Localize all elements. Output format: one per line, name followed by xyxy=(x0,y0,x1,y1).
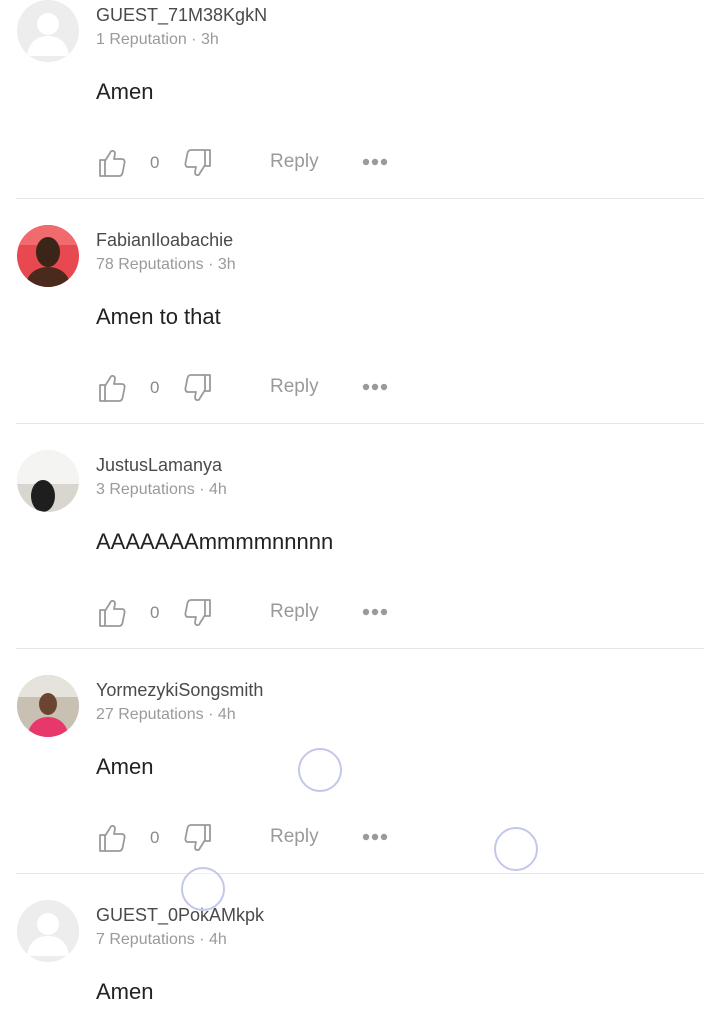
like-count: 0 xyxy=(150,603,160,622)
comment-username[interactable]: YormezykiSongsmith xyxy=(96,680,263,701)
like-count: 0 xyxy=(150,828,160,847)
thumbs-down-icon[interactable] xyxy=(182,822,214,854)
comment-item: GUEST_0PokAMkpk 7 Reputations · 4h Amen xyxy=(0,900,720,1016)
thumbs-up-icon[interactable] xyxy=(96,822,128,854)
comment-text: Amen xyxy=(96,79,154,104)
comment-meta: 1 Reputation · 3h xyxy=(96,31,219,48)
divider xyxy=(16,873,704,874)
user-photo-avatar[interactable] xyxy=(17,225,79,287)
comment-text: Amen to that xyxy=(96,304,221,329)
comment-meta: 27 Reputations · 4h xyxy=(96,706,236,723)
more-dots-icon[interactable] xyxy=(361,601,389,623)
more-dots-icon[interactable] xyxy=(361,151,389,173)
comment-item: GUEST_71M38KgkN 1 Reputation · 3h Amen 0… xyxy=(0,0,720,225)
comment-meta: 78 Reputations · 3h xyxy=(96,256,236,273)
divider xyxy=(16,198,704,199)
comment-item: FabianIloabachie 78 Reputations · 3h Ame… xyxy=(0,225,720,450)
thumbs-down-icon[interactable] xyxy=(182,147,214,179)
comment-meta: 3 Reputations · 4h xyxy=(96,481,227,498)
comment-meta: 7 Reputations · 4h xyxy=(96,931,227,948)
divider xyxy=(16,648,704,649)
thumbs-down-icon[interactable] xyxy=(182,372,214,404)
comment-username[interactable]: FabianIloabachie xyxy=(96,230,233,251)
touch-ripple xyxy=(298,748,342,792)
touch-ripple xyxy=(494,827,538,871)
thumbs-down-icon[interactable] xyxy=(182,597,214,629)
touch-ripple xyxy=(181,867,225,911)
divider xyxy=(16,423,704,424)
like-count: 0 xyxy=(150,378,160,397)
default-avatar-icon[interactable] xyxy=(17,0,79,62)
comment-username[interactable]: JustusLamanya xyxy=(96,455,222,476)
comment-text: AAAAAAAmmmmnnnnn xyxy=(96,529,334,554)
comment-item: JustusLamanya 3 Reputations · 4h AAAAAAA… xyxy=(0,450,720,675)
user-photo-avatar[interactable] xyxy=(17,675,79,737)
reply-button[interactable]: Reply xyxy=(270,151,319,173)
thumbs-up-icon[interactable] xyxy=(96,597,128,629)
reply-button[interactable]: Reply xyxy=(270,826,319,848)
comment-username[interactable]: GUEST_0PokAMkpk xyxy=(96,905,264,926)
user-photo-avatar[interactable] xyxy=(17,450,79,512)
like-count: 0 xyxy=(150,153,160,172)
reply-button[interactable]: Reply xyxy=(270,376,319,398)
thumbs-up-icon[interactable] xyxy=(96,147,128,179)
comment-text: Amen xyxy=(96,979,154,1004)
more-dots-icon[interactable] xyxy=(361,826,389,848)
default-avatar-icon[interactable] xyxy=(17,900,79,962)
comment-username[interactable]: GUEST_71M38KgkN xyxy=(96,5,267,26)
comment-text: Amen xyxy=(96,754,154,779)
more-dots-icon[interactable] xyxy=(361,376,389,398)
thumbs-up-icon[interactable] xyxy=(96,372,128,404)
comment-item: YormezykiSongsmith 27 Reputations · 4h A… xyxy=(0,675,720,900)
reply-button[interactable]: Reply xyxy=(270,601,319,623)
